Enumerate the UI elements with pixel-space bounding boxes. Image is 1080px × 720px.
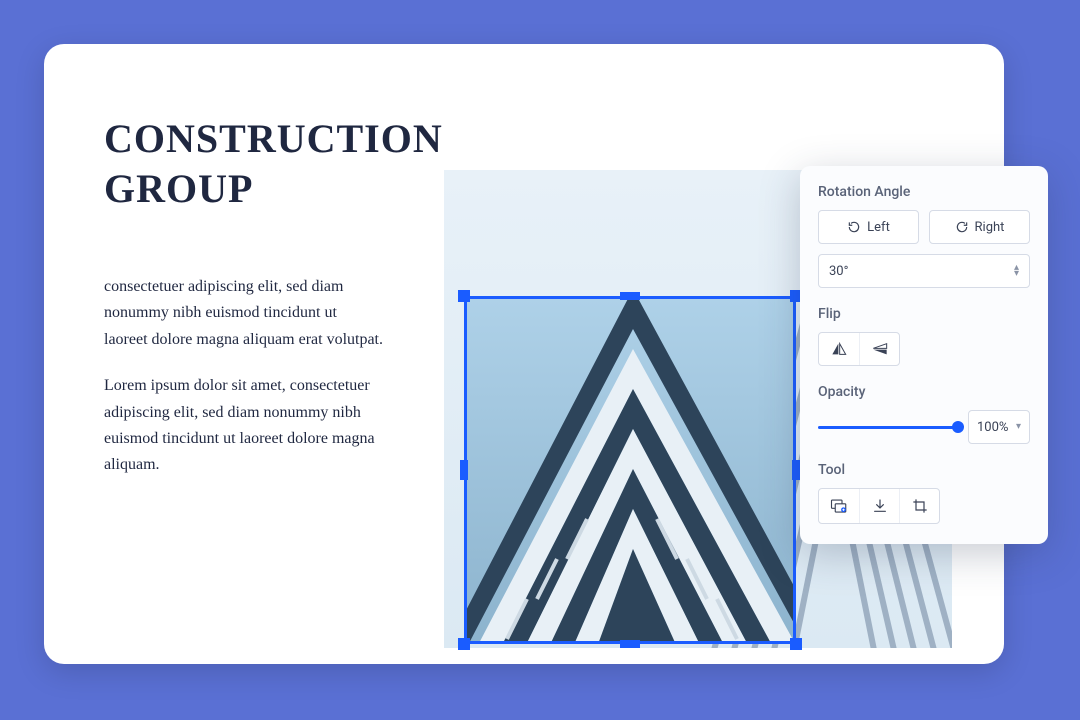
rotate-left-button[interactable]: Left (818, 210, 919, 244)
flip-horizontal-button[interactable] (819, 333, 859, 365)
paragraph-2: Lorem ipsum dolor sit amet, consectetuer… (104, 373, 384, 479)
tool-label: Tool (818, 462, 1030, 478)
tool-section: Tool (818, 462, 1030, 524)
download-icon (872, 498, 888, 514)
resize-handle-tl[interactable] (458, 290, 470, 302)
resize-handle-right[interactable] (792, 460, 800, 480)
download-button[interactable] (859, 489, 899, 523)
rotation-label: Rotation Angle (818, 184, 1030, 200)
flip-label: Flip (818, 306, 1030, 322)
resize-handle-left[interactable] (460, 460, 468, 480)
document-body: consectetuer adipiscing elit, sed diam n… (104, 274, 384, 479)
opacity-slider[interactable] (818, 418, 958, 436)
rotate-right-icon (955, 220, 969, 234)
resize-handle-bottom[interactable] (620, 640, 640, 648)
rotation-angle-select[interactable]: 30° ▴▾ (818, 254, 1030, 288)
selected-image[interactable] (464, 296, 796, 644)
replace-image-button[interactable] (819, 489, 859, 523)
resize-handle-bl[interactable] (458, 638, 470, 650)
building-image (467, 299, 796, 644)
crop-icon (912, 498, 928, 514)
opacity-section: Opacity 100% ▾ (818, 384, 1030, 444)
properties-panel: Rotation Angle Left Right 30° ▴▾ Flip (800, 166, 1048, 544)
stepper-icon: ▴▾ (1014, 265, 1019, 277)
resize-handle-br[interactable] (790, 638, 802, 650)
opacity-value: 100% (977, 420, 1008, 435)
document-title: CONSTRUCTION GROUP (104, 114, 384, 214)
slider-thumb[interactable] (952, 421, 964, 433)
flip-vertical-icon (872, 342, 888, 356)
rotation-section: Rotation Angle Left Right 30° ▴▾ (818, 184, 1030, 288)
rotate-right-button[interactable]: Right (929, 210, 1030, 244)
rotation-angle-value: 30° (829, 264, 848, 279)
crop-button[interactable] (899, 489, 939, 523)
resize-handle-top[interactable] (620, 292, 640, 300)
chevron-down-icon: ▾ (1016, 424, 1021, 430)
flip-vertical-button[interactable] (859, 333, 899, 365)
flip-section: Flip (818, 306, 1030, 366)
opacity-label: Opacity (818, 384, 1030, 400)
rotate-left-label: Left (867, 220, 890, 235)
rotate-right-label: Right (975, 220, 1005, 235)
opacity-value-select[interactable]: 100% ▾ (968, 410, 1030, 444)
paragraph-1: consectetuer adipiscing elit, sed diam n… (104, 274, 384, 353)
flip-horizontal-icon (831, 342, 847, 356)
rotate-left-icon (847, 220, 861, 234)
replace-icon (830, 498, 848, 514)
